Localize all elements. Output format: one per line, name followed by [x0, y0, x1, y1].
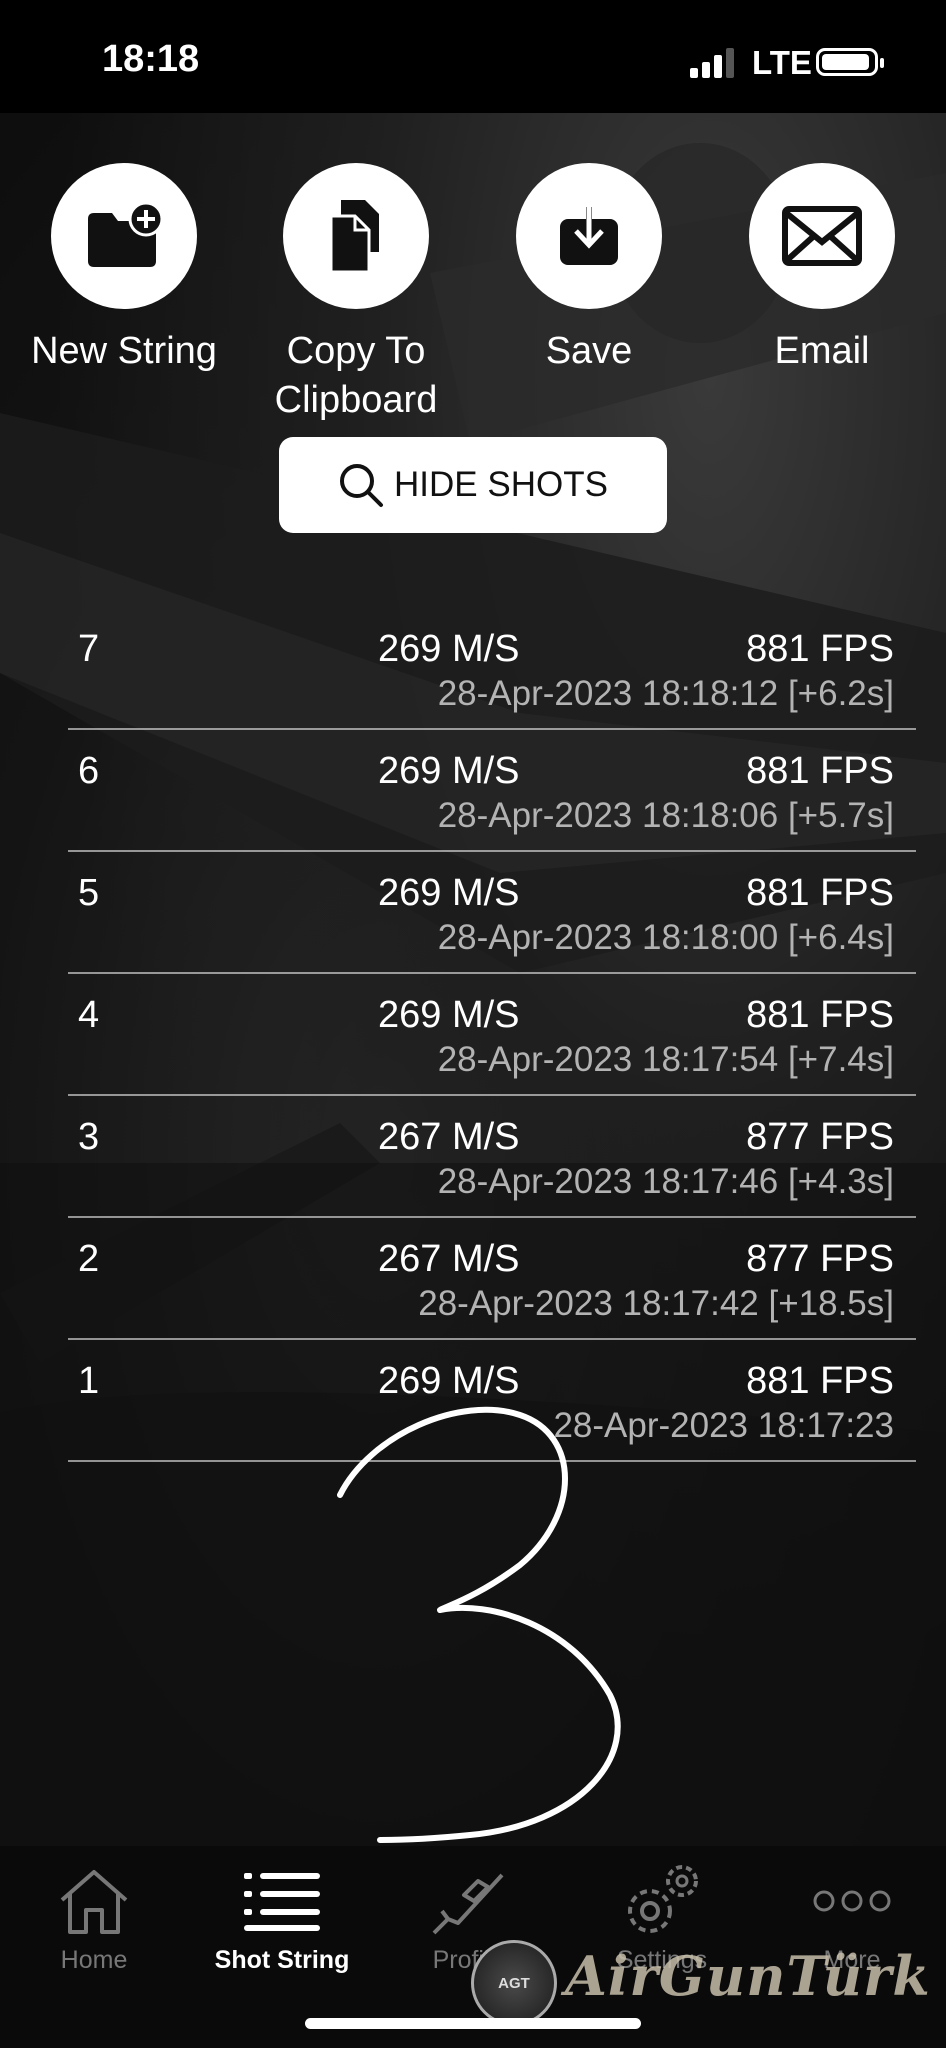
shot-velocity-ms: 269 M/S [378, 994, 520, 1036]
tab-home[interactable]: Home [4, 1856, 184, 1975]
copy-to-clipboard-label: Copy To Clipboard [274, 330, 438, 421]
handwritten-annotation [337, 1406, 621, 1843]
shot-number: 1 [78, 1360, 100, 1402]
shot-velocity-fps: 881 FPS [746, 628, 894, 670]
shot-velocity-fps: 877 FPS [746, 1116, 894, 1158]
home-indicator [305, 2018, 641, 2029]
shot-number: 2 [78, 1238, 100, 1280]
shot-timestamp: 28-Apr-2023 18:17:54 [+7.4s] [437, 1040, 894, 1079]
shot-velocity-ms: 267 M/S [378, 1116, 520, 1158]
shot-velocity-ms: 269 M/S [378, 628, 520, 670]
shot-velocity-ms: 267 M/S [378, 1238, 520, 1280]
shot-row[interactable]: 3 267 M/S 877 FPS 28-Apr-2023 18:17:46 [… [68, 1096, 916, 1218]
status-time: 18:18 [102, 38, 200, 80]
shot-velocity-fps: 881 FPS [746, 1360, 894, 1402]
gear-icon [628, 1865, 698, 1933]
save-button[interactable]: Save [489, 163, 689, 376]
list-icon [244, 1873, 320, 1931]
home-icon [60, 1870, 128, 1934]
hide-shots-label: HIDE SHOTS [394, 465, 608, 504]
shot-timestamp: 28-Apr-2023 18:17:42 [+18.5s] [418, 1284, 894, 1323]
email-label: Email [774, 330, 870, 372]
shot-number: 4 [78, 994, 100, 1036]
shot-number: 3 [78, 1116, 100, 1158]
signal-icon [690, 48, 734, 78]
shot-number: 7 [78, 628, 100, 670]
shot-row[interactable]: 6 269 M/S 881 FPS 28-Apr-2023 18:18:06 [… [68, 730, 916, 852]
new-string-label: New String [31, 330, 217, 372]
status-bar: 18:18 LTE [0, 0, 946, 113]
shot-row[interactable]: 5 269 M/S 881 FPS 28-Apr-2023 18:18:00 [… [68, 852, 916, 974]
download-icon [516, 163, 662, 309]
folder-plus-icon [51, 163, 197, 309]
new-string-button[interactable]: New String [24, 163, 224, 376]
shot-velocity-fps: 877 FPS [746, 1238, 894, 1280]
shot-number: 5 [78, 872, 100, 914]
shot-row[interactable]: 7 269 M/S 881 FPS 28-Apr-2023 18:18:12 [… [68, 608, 916, 730]
shot-velocity-ms: 269 M/S [378, 750, 520, 792]
shot-velocity-fps: 881 FPS [746, 872, 894, 914]
shot-timestamp: 28-Apr-2023 18:18:00 [+6.4s] [437, 918, 894, 957]
copy-icon [283, 163, 429, 309]
search-icon [340, 464, 384, 507]
shot-velocity-ms: 269 M/S [378, 872, 520, 914]
shot-row[interactable]: 4 269 M/S 881 FPS 28-Apr-2023 18:17:54 [… [68, 974, 916, 1096]
watermark-badge: AGT [471, 1940, 557, 2026]
more-icon [813, 1890, 891, 1912]
email-button[interactable]: Email [722, 163, 922, 376]
tab-shot-string-label: Shot String [214, 1946, 350, 1974]
shot-velocity-fps: 881 FPS [746, 994, 894, 1036]
shot-velocity-fps: 881 FPS [746, 750, 894, 792]
shot-timestamp: 28-Apr-2023 18:18:06 [+5.7s] [437, 796, 894, 835]
shot-timestamp: 28-Apr-2023 18:18:12 [+6.2s] [437, 674, 894, 713]
rifle-icon [432, 1873, 504, 1935]
save-label: Save [545, 330, 633, 372]
tab-home-label: Home [60, 1946, 128, 1974]
watermark-logo: AGT AirGunTürk [465, 1940, 945, 2030]
watermark-text: AirGunTürk [565, 1944, 931, 2008]
envelope-icon [749, 163, 895, 309]
network-type: LTE [752, 44, 812, 81]
shot-row[interactable]: 2 267 M/S 877 FPS 28-Apr-2023 18:17:42 [… [68, 1218, 916, 1340]
shot-number: 6 [78, 750, 100, 792]
shot-timestamp: 28-Apr-2023 18:17:46 [+4.3s] [437, 1162, 894, 1201]
hide-shots-button[interactable]: HIDE SHOTS [279, 437, 667, 533]
battery-icon [816, 48, 884, 76]
tab-shot-string[interactable]: Shot String [192, 1856, 372, 1975]
shot-list: 7 269 M/S 881 FPS 28-Apr-2023 18:18:12 [… [68, 608, 916, 1462]
copy-to-clipboard-button[interactable]: Copy To Clipboard [256, 163, 456, 425]
